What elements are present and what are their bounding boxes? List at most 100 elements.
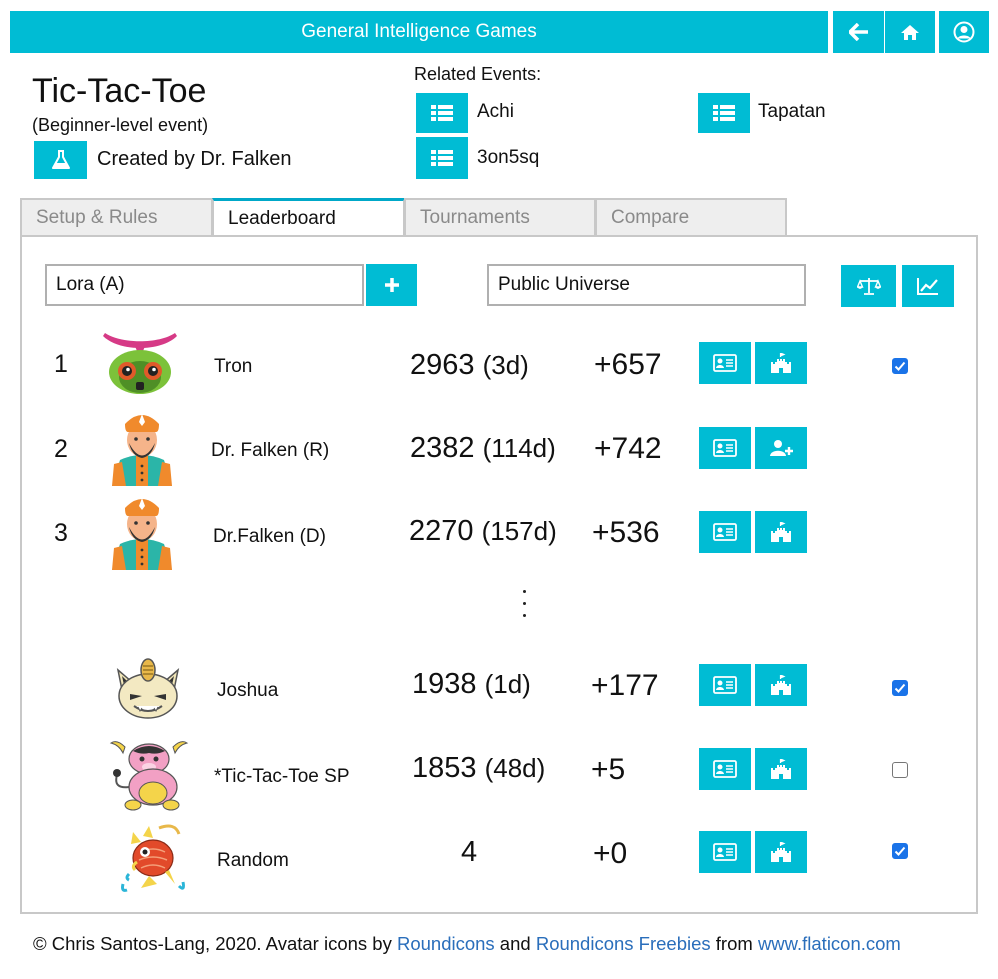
- rank-number: 2: [54, 435, 68, 463]
- checkmark-icon: [894, 361, 906, 371]
- rank-number: 1: [54, 350, 68, 378]
- rating-chart-button[interactable]: [902, 265, 954, 307]
- roundicons-freebies-link[interactable]: Roundicons Freebies: [536, 933, 711, 954]
- tab-label: Compare: [611, 207, 690, 228]
- universe-select-field[interactable]: Public Universe: [487, 264, 806, 306]
- event-creator: Created by Dr. Falken: [97, 148, 292, 170]
- related-event-3on5sq[interactable]: 3on5sq: [477, 147, 539, 169]
- rating-delta: +536: [592, 516, 660, 549]
- footer-text: from: [710, 933, 758, 954]
- player-tournaments-button[interactable]: [755, 342, 807, 384]
- app-header: General Intelligence Games: [10, 11, 828, 53]
- rating-delta: +177: [591, 669, 659, 702]
- rating-age: (157d): [481, 516, 557, 546]
- universe-select-value: Public Universe: [498, 274, 630, 295]
- player-profile-button[interactable]: [699, 664, 751, 706]
- rank-number: 3: [54, 519, 68, 547]
- rating-value: 2382: [410, 432, 475, 464]
- related-event-tapatan[interactable]: Tapatan: [758, 101, 826, 123]
- flaticon-link[interactable]: www.flaticon.com: [758, 933, 901, 954]
- page-title: Tic-Tac-Toe: [32, 72, 207, 110]
- player-rating: 1853 (48d): [412, 752, 545, 785]
- tab-label: Setup & Rules: [36, 207, 158, 228]
- rating-age: (48d): [484, 753, 546, 783]
- flask-icon: [51, 150, 70, 169]
- player-name: Dr. Falken (R): [211, 440, 330, 461]
- id-card-icon: [713, 760, 737, 778]
- player-select-checkbox[interactable]: [892, 762, 908, 778]
- player-select-checkbox[interactable]: [892, 680, 908, 696]
- player-select-field[interactable]: Lora (A): [45, 264, 364, 306]
- footer-credits: © Chris Santos-Lang, 2020. Avatar icons …: [33, 933, 901, 955]
- footer-text: © Chris Santos-Lang, 2020. Avatar icons …: [33, 933, 397, 954]
- list-icon: [713, 105, 735, 121]
- rating-value: 2270: [409, 515, 474, 547]
- tab-leaderboard[interactable]: Leaderboard: [212, 198, 405, 236]
- player-name: Random: [217, 850, 289, 871]
- tab-compare[interactable]: Compare: [595, 198, 787, 236]
- player-rating: 2382 (114d): [410, 432, 556, 465]
- player-name: Dr.Falken (D): [213, 526, 326, 547]
- list-icon: [431, 105, 453, 121]
- compare-button[interactable]: [841, 265, 896, 307]
- castle-icon: [771, 353, 791, 373]
- add-player-to-group-button[interactable]: [755, 427, 807, 469]
- account-button[interactable]: [939, 11, 989, 53]
- checkmark-icon: [894, 683, 906, 693]
- cat-avatar: [116, 658, 180, 719]
- rating-age: (114d): [482, 433, 556, 463]
- player-tournaments-button[interactable]: [755, 664, 807, 706]
- rating-value: 1853: [412, 752, 477, 784]
- rating-delta: +5: [591, 753, 626, 786]
- tab-tournaments[interactable]: Tournaments: [404, 198, 596, 236]
- related-event-achi-button[interactable]: [416, 93, 468, 133]
- player-profile-button[interactable]: [699, 831, 751, 873]
- castle-icon: [771, 842, 791, 862]
- roundicons-link[interactable]: Roundicons: [397, 933, 495, 954]
- player-tournaments-button[interactable]: [755, 748, 807, 790]
- rating-delta: +657: [594, 348, 662, 381]
- add-user-icon: [770, 440, 793, 456]
- pink-cow-avatar: [109, 741, 189, 811]
- player-rating: 1938 (1d): [412, 668, 531, 701]
- rating-age: (3d): [482, 350, 529, 380]
- castle-icon: [771, 522, 791, 542]
- player-name: *Tic-Tac-Toe SP: [214, 766, 350, 787]
- id-card-icon: [713, 354, 737, 372]
- player-rating: 4: [461, 836, 477, 869]
- rating-value: 1938: [412, 668, 477, 700]
- add-player-button[interactable]: [366, 264, 417, 306]
- player-profile-button[interactable]: [699, 511, 751, 553]
- rating-value: 2963: [410, 349, 475, 381]
- event-level: (Beginner-level event): [32, 115, 209, 135]
- id-card-icon: [713, 676, 737, 694]
- creator-button[interactable]: [34, 141, 87, 179]
- tab-setup-rules[interactable]: Setup & Rules: [20, 198, 213, 236]
- user-circle-icon: [953, 21, 975, 43]
- player-select-checkbox[interactable]: [892, 358, 908, 374]
- id-card-icon: [713, 439, 737, 457]
- home-icon: [901, 24, 919, 40]
- player-profile-button[interactable]: [699, 342, 751, 384]
- player-profile-button[interactable]: [699, 427, 751, 469]
- player-name: Joshua: [217, 680, 279, 701]
- related-event-achi[interactable]: Achi: [477, 101, 514, 123]
- player-profile-button[interactable]: [699, 748, 751, 790]
- back-button[interactable]: [833, 11, 884, 53]
- rating-age: (1d): [484, 669, 531, 699]
- app-title: General Intelligence Games: [301, 21, 537, 42]
- player-select-value: Lora (A): [56, 274, 125, 295]
- plus-icon: [384, 278, 399, 292]
- rating-value: 4: [461, 836, 478, 868]
- list-icon: [431, 150, 453, 166]
- player-tournaments-button[interactable]: [755, 511, 807, 553]
- player-select-checkbox[interactable]: [892, 843, 908, 859]
- related-event-tapatan-button[interactable]: [698, 93, 750, 133]
- tab-label: Tournaments: [420, 207, 530, 228]
- id-card-icon: [713, 523, 737, 541]
- related-events-label: Related Events:: [414, 64, 542, 84]
- home-button[interactable]: [885, 11, 935, 53]
- player-rating: 2963 (3d): [410, 349, 529, 382]
- player-tournaments-button[interactable]: [755, 831, 807, 873]
- related-event-3on5sq-button[interactable]: [416, 137, 468, 179]
